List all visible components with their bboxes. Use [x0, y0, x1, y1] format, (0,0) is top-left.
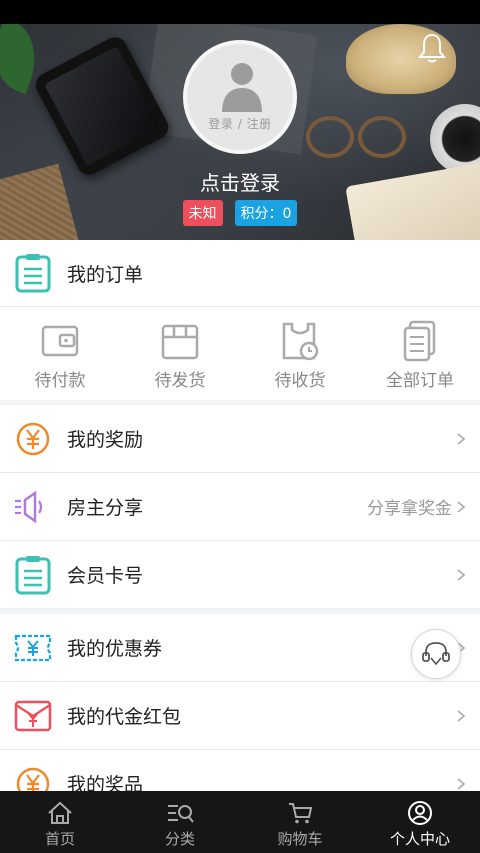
notification-bell-button[interactable]: [414, 30, 450, 66]
clipboard-icon: [13, 253, 53, 293]
menu-item-cash-red-envelope[interactable]: 我的代金红包: [0, 682, 480, 750]
nav-label: 个人中心: [389, 830, 450, 848]
orders-section: 我的订单 待付款 待发货 待收货 全部订单: [0, 240, 480, 400]
chevron-right-icon: [457, 709, 466, 722]
order-list-icon: [400, 320, 440, 362]
customer-service-button[interactable]: [411, 629, 461, 679]
cart-icon: [286, 800, 314, 826]
badge-row: 未知 积分：0: [0, 200, 480, 226]
box-icon: [160, 320, 200, 362]
order-tab-label: 待付款: [34, 371, 86, 391]
red-envelope-icon: [13, 696, 53, 736]
chevron-right-icon: [457, 568, 466, 581]
status-badge: 未知: [182, 200, 223, 226]
phone-decoration: [31, 33, 173, 179]
menu-group-coupons: 我的优惠券 我的代金红包 我的奖品: [0, 614, 480, 817]
home-icon: [46, 800, 74, 826]
yen-circle-icon: [13, 419, 53, 459]
login-register-text: 登录 / 注册: [208, 117, 272, 131]
menu-item-label: 房主分享: [67, 497, 144, 519]
menu-item-label: 我的奖励: [67, 429, 144, 451]
nav-label: 分类: [164, 830, 195, 848]
coupon-icon: [13, 628, 53, 668]
menu-group-rewards: 我的奖励 房主分享 分享拿奖金 会员卡号: [0, 405, 480, 608]
profile-icon: [406, 800, 434, 826]
chevron-right-icon: [457, 777, 466, 790]
menu-item-label: 我的代金红包: [67, 706, 182, 728]
avatar-login-button[interactable]: 登录 / 注册: [183, 40, 297, 154]
order-status-tabs: 待付款 待发货 待收货 全部订单: [0, 307, 480, 400]
person-icon: [222, 63, 262, 112]
order-tab-pending-shipment[interactable]: 待发货: [120, 307, 240, 400]
share-bonus-hint: 分享拿奖金: [367, 499, 452, 519]
category-icon: [166, 800, 194, 826]
bell-icon: [417, 33, 447, 63]
menu-item-host-share[interactable]: 房主分享 分享拿奖金: [0, 473, 480, 541]
my-orders-label: 我的订单: [67, 263, 144, 286]
order-tab-pending-payment[interactable]: 待付款: [0, 307, 120, 400]
menu-item-label: 我的优惠券: [67, 638, 163, 660]
menu-item-label: 会员卡号: [67, 565, 144, 587]
headset-icon: [422, 642, 450, 666]
menu-item-member-card[interactable]: 会员卡号: [0, 541, 480, 608]
nav-profile[interactable]: 个人中心: [360, 791, 480, 853]
order-tab-all-orders[interactable]: 全部订单: [360, 307, 480, 400]
order-tab-label: 待收货: [274, 371, 326, 391]
nav-label: 首页: [44, 830, 75, 848]
status-bar: [0, 0, 480, 24]
member-card-icon: [13, 555, 53, 595]
nav-label: 购物车: [277, 830, 323, 848]
glasses-decoration: [300, 110, 410, 158]
menu-item-my-rewards[interactable]: 我的奖励: [0, 405, 480, 473]
points-badge: 积分：0: [234, 200, 298, 226]
megaphone-icon: [13, 487, 53, 527]
bottom-navigation: 首页 分类 购物车 个人中心: [0, 791, 480, 853]
nav-home[interactable]: 首页: [0, 791, 120, 853]
chevron-right-icon: [457, 432, 466, 445]
profile-header: 登录 / 注册 点击登录 未知 积分：0: [0, 24, 480, 240]
order-tab-label: 待发货: [154, 371, 206, 391]
menu-item-my-coupons[interactable]: 我的优惠券: [0, 614, 480, 682]
my-orders-row[interactable]: 我的订单: [0, 240, 480, 307]
order-tab-pending-receipt[interactable]: 待收货: [240, 307, 360, 400]
nav-category[interactable]: 分类: [120, 791, 240, 853]
package-clock-icon: [280, 320, 320, 362]
order-tab-label: 全部订单: [386, 371, 454, 391]
wallet-icon: [40, 320, 80, 362]
nav-cart[interactable]: 购物车: [240, 791, 360, 853]
chevron-right-icon: [457, 500, 466, 513]
login-title[interactable]: 点击登录: [0, 167, 480, 196]
